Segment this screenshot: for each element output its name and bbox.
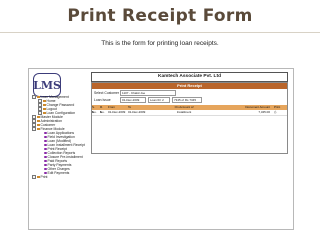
folder-icon: [37, 119, 40, 123]
slide-title: Print Receipt Form: [67, 6, 253, 26]
cell-from: 01-Dec-2009: [108, 110, 126, 114]
page-icon: [43, 103, 46, 107]
folder-icon: [37, 115, 40, 119]
company-name: Kamtech Associate Pvt. Ltd: [91, 72, 288, 82]
gear-icon: [44, 171, 47, 175]
app-logo: LMS: [33, 73, 61, 97]
customer-label: Select Customer: [94, 91, 120, 95]
gear-icon: [44, 143, 47, 147]
loan-date-field[interactable]: 01-Dec-2009: [120, 97, 146, 103]
page-icon: [43, 107, 46, 111]
page-icon: [43, 99, 46, 103]
page-icon: [43, 111, 46, 115]
folder-icon: [37, 127, 40, 131]
tree-item[interactable]: Print: [32, 175, 90, 179]
slide-subtitle: This is the form for printing loan recei…: [101, 40, 219, 47]
folder-icon: [37, 175, 40, 179]
cell-to: 01-Dec-2009: [128, 110, 146, 114]
folder-icon: [37, 95, 40, 99]
gear-icon: [44, 151, 47, 155]
gear-icon: [44, 147, 47, 151]
gear-icon: [44, 135, 47, 139]
gear-icon: [44, 131, 47, 135]
gear-icon: [44, 155, 47, 159]
customer-row: Select Customer 1107 - Khalid Joe: [92, 90, 287, 96]
loan-id-select[interactable]: Loan ID: 2: [148, 97, 170, 103]
folder-icon: [37, 123, 40, 127]
print-icon[interactable]: ⎙: [274, 110, 286, 115]
gear-icon: [44, 167, 47, 171]
loan-row: Loan Issue 01-Dec-2009 Loan ID: 2 7345 o…: [92, 97, 287, 103]
print-receipt-panel: Print Receipt Select Customer 1107 - Kha…: [91, 82, 288, 154]
cell-on-account: Installment: [176, 110, 192, 114]
title-divider: [0, 32, 320, 33]
cell-rno: 1: [100, 110, 102, 114]
table-row: 1 1 01-Dec-2009 01-Dec-2009 Installment …: [92, 110, 287, 116]
cell-sno: 1: [92, 110, 94, 114]
gear-icon: [44, 159, 47, 163]
loan-amount-select[interactable]: 7345 of Rs 7345: [172, 97, 202, 103]
panel-title: Print Receipt: [92, 83, 287, 89]
expand-toggle-icon[interactable]: [32, 127, 36, 131]
customer-select[interactable]: 1107 - Khalid Joe: [120, 90, 176, 96]
gear-icon: [44, 163, 47, 167]
gear-icon: [44, 139, 47, 143]
expand-toggle-icon[interactable]: [32, 175, 36, 179]
navigation-tree: Loan Management Home Change Password Logout…: [32, 95, 90, 179]
expand-toggle-icon[interactable]: [32, 95, 36, 99]
loan-label: Loan Issue: [94, 98, 111, 102]
screenshot-frame: LMS Kamtech Associate Pvt. Ltd Print Rec…: [28, 68, 294, 230]
cell-amount: 7,345.00: [258, 110, 270, 114]
tree-item-label: Print: [40, 175, 48, 179]
tree-item-label: Edit Payments: [47, 171, 70, 175]
